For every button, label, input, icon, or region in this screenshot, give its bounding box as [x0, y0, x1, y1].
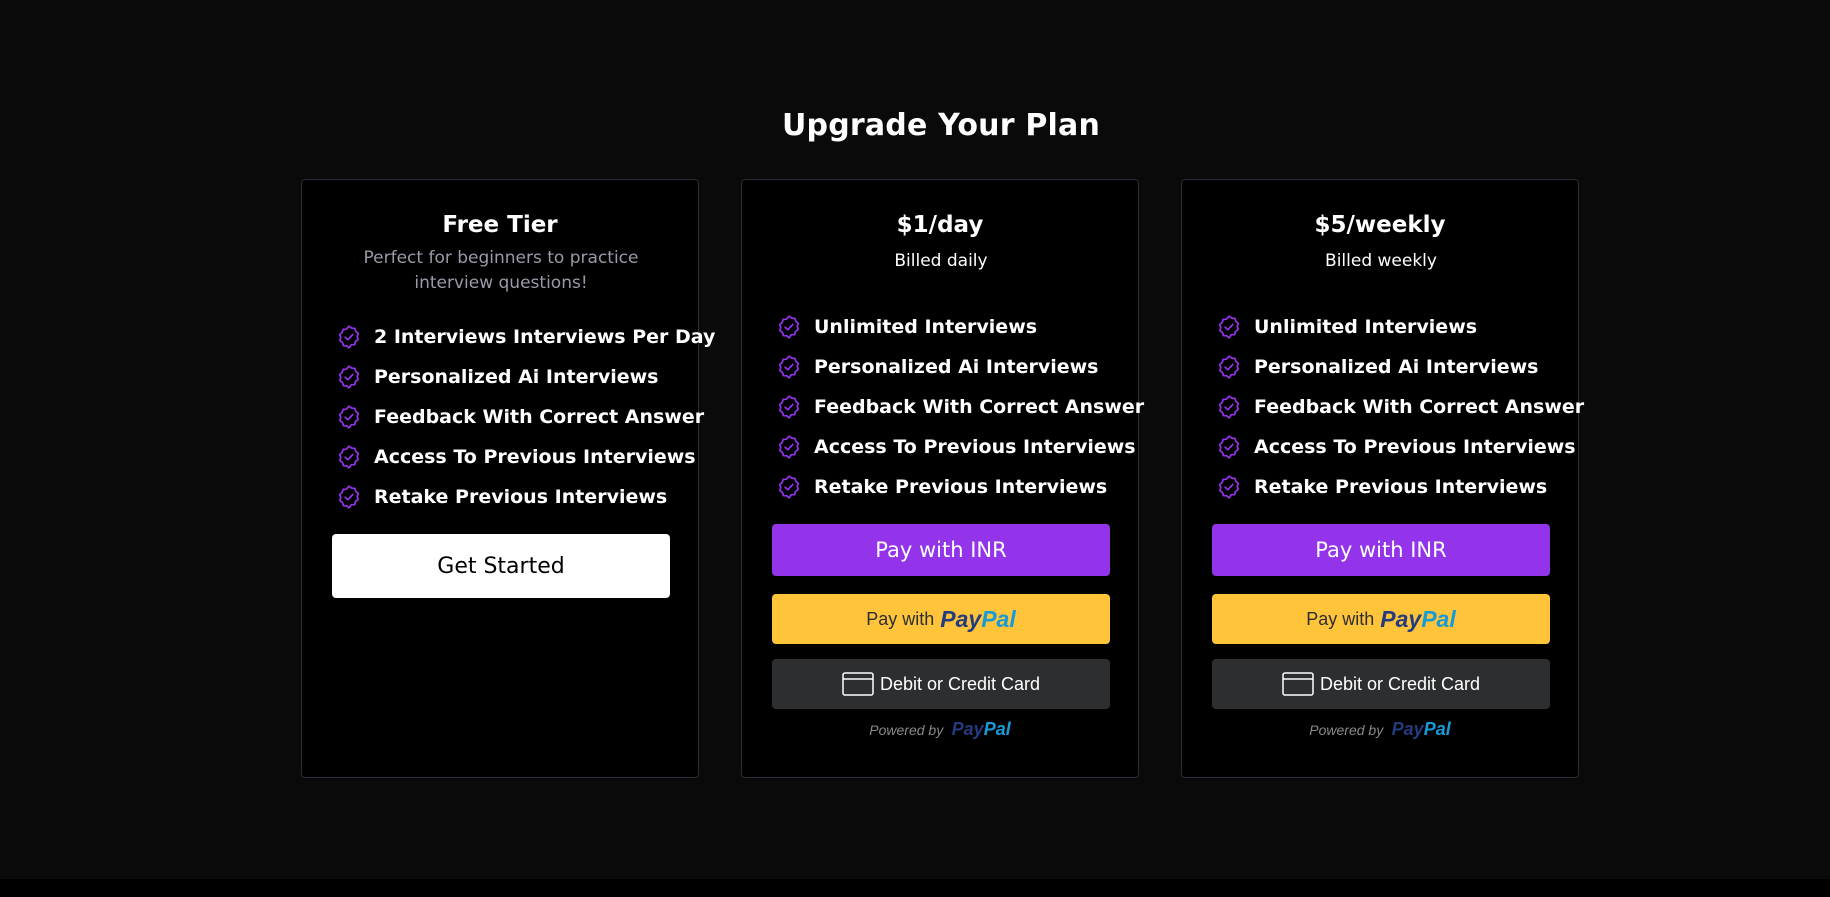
powered-by-paypal: Powered by PayPal	[742, 719, 1138, 740]
feature-item: Personalized Ai Interviews	[776, 347, 1144, 387]
feature-item: Access To Previous Interviews	[776, 427, 1144, 467]
paypal-button[interactable]: Pay with PayPal	[772, 594, 1110, 644]
plan-card-weekly: $5/weekly Billed weekly Unlimited Interv…	[1181, 179, 1584, 778]
feature-list: 2 Interviews Interviews Per Day Personal…	[336, 317, 715, 517]
debit-credit-card-button[interactable]: Debit or Credit Card	[772, 659, 1110, 709]
paypal-logo: PayPal	[951, 719, 1011, 739]
feature-label: Access To Previous Interviews	[814, 436, 1136, 458]
page-title: Upgrade Your Plan	[781, 108, 1101, 143]
paypal-logo: PayPal	[1380, 605, 1456, 632]
plan-title: $5/weekly	[1314, 212, 1446, 238]
feature-item: Feedback With Correct Answer	[336, 397, 715, 437]
feature-label: 2 Interviews Interviews Per Day	[374, 326, 716, 348]
plan-title: Free Tier	[442, 212, 558, 238]
feature-item: Access To Previous Interviews	[336, 437, 715, 477]
badge-check-icon	[338, 365, 360, 389]
plan-subtitle: Billed daily	[894, 251, 988, 271]
badge-check-icon	[778, 435, 800, 459]
plan-title: $1/day	[896, 212, 984, 238]
pricing-page: Upgrade Your Plan Free Tier Perfect for …	[0, 0, 1830, 897]
powered-by-paypal: Powered by PayPal	[1182, 719, 1578, 740]
paypal-logo: PayPal	[940, 605, 1016, 632]
feature-list: Unlimited Interviews Personalized Ai Int…	[776, 307, 1144, 507]
badge-check-icon	[778, 475, 800, 499]
paypal-button[interactable]: Pay with PayPal	[1212, 594, 1550, 644]
pay-with-inr-button[interactable]: Pay with INR	[772, 524, 1110, 576]
pay-with-inr-button[interactable]: Pay with INR	[1212, 524, 1550, 576]
paypal-button-prefix: Pay with	[1306, 608, 1375, 629]
feature-label: Unlimited Interviews	[1254, 316, 1478, 338]
feature-item: 2 Interviews Interviews Per Day	[336, 317, 715, 357]
badge-check-icon	[1218, 355, 1240, 379]
powered-by-label: Powered by	[869, 722, 944, 738]
feature-item: Unlimited Interviews	[1216, 307, 1584, 347]
feature-item: Access To Previous Interviews	[1216, 427, 1584, 467]
badge-check-icon	[338, 445, 360, 469]
plan-subtitle: Billed weekly	[1325, 251, 1437, 271]
badge-check-icon	[1218, 315, 1240, 339]
plan-card-daily: $1/day Billed daily Unlimited Interviews…	[741, 179, 1144, 778]
footer-strip	[0, 879, 1830, 897]
paypal-button-prefix: Pay with	[866, 608, 935, 629]
badge-check-icon	[1218, 395, 1240, 419]
feature-label: Retake Previous Interviews	[374, 486, 668, 508]
feature-label: Unlimited Interviews	[814, 316, 1038, 338]
feature-label: Access To Previous Interviews	[1254, 436, 1576, 458]
feature-list: Unlimited Interviews Personalized Ai Int…	[1216, 307, 1584, 507]
badge-check-icon	[778, 355, 800, 379]
feature-label: Feedback With Correct Answer	[374, 406, 705, 428]
feature-item: Personalized Ai Interviews	[336, 357, 715, 397]
feature-label: Feedback With Correct Answer	[814, 396, 1145, 418]
feature-label: Personalized Ai Interviews	[814, 356, 1099, 378]
badge-check-icon	[778, 395, 800, 419]
feature-label: Retake Previous Interviews	[814, 476, 1108, 498]
plan-subtitle: Perfect for beginners to practice interv…	[363, 248, 639, 293]
credit-card-icon	[1282, 672, 1314, 696]
feature-label: Access To Previous Interviews	[374, 446, 696, 468]
badge-check-icon	[338, 485, 360, 509]
plan-card-free: Free Tier Perfect for beginners to pract…	[301, 179, 715, 778]
feature-item: Feedback With Correct Answer	[1216, 387, 1584, 427]
feature-label: Retake Previous Interviews	[1254, 476, 1548, 498]
feature-label: Personalized Ai Interviews	[374, 366, 659, 388]
feature-item: Retake Previous Interviews	[776, 467, 1144, 507]
feature-item: Personalized Ai Interviews	[1216, 347, 1584, 387]
credit-card-icon	[842, 672, 874, 696]
get-started-button[interactable]: Get Started	[332, 534, 670, 598]
feature-item: Feedback With Correct Answer	[776, 387, 1144, 427]
badge-check-icon	[1218, 435, 1240, 459]
badge-check-icon	[778, 315, 800, 339]
feature-item: Retake Previous Interviews	[336, 477, 715, 517]
badge-check-icon	[1218, 475, 1240, 499]
debit-credit-card-button[interactable]: Debit or Credit Card	[1212, 659, 1550, 709]
paypal-logo: PayPal	[1391, 719, 1451, 739]
powered-by-label: Powered by	[1309, 722, 1384, 738]
feature-item: Unlimited Interviews	[776, 307, 1144, 347]
card-button-label: Debit or Credit Card	[879, 673, 1041, 694]
feature-label: Personalized Ai Interviews	[1254, 356, 1539, 378]
card-button-label: Debit or Credit Card	[1319, 673, 1481, 694]
feature-item: Retake Previous Interviews	[1216, 467, 1584, 507]
feature-label: Feedback With Correct Answer	[1254, 396, 1585, 418]
badge-check-icon	[338, 405, 360, 429]
badge-check-icon	[338, 325, 360, 349]
